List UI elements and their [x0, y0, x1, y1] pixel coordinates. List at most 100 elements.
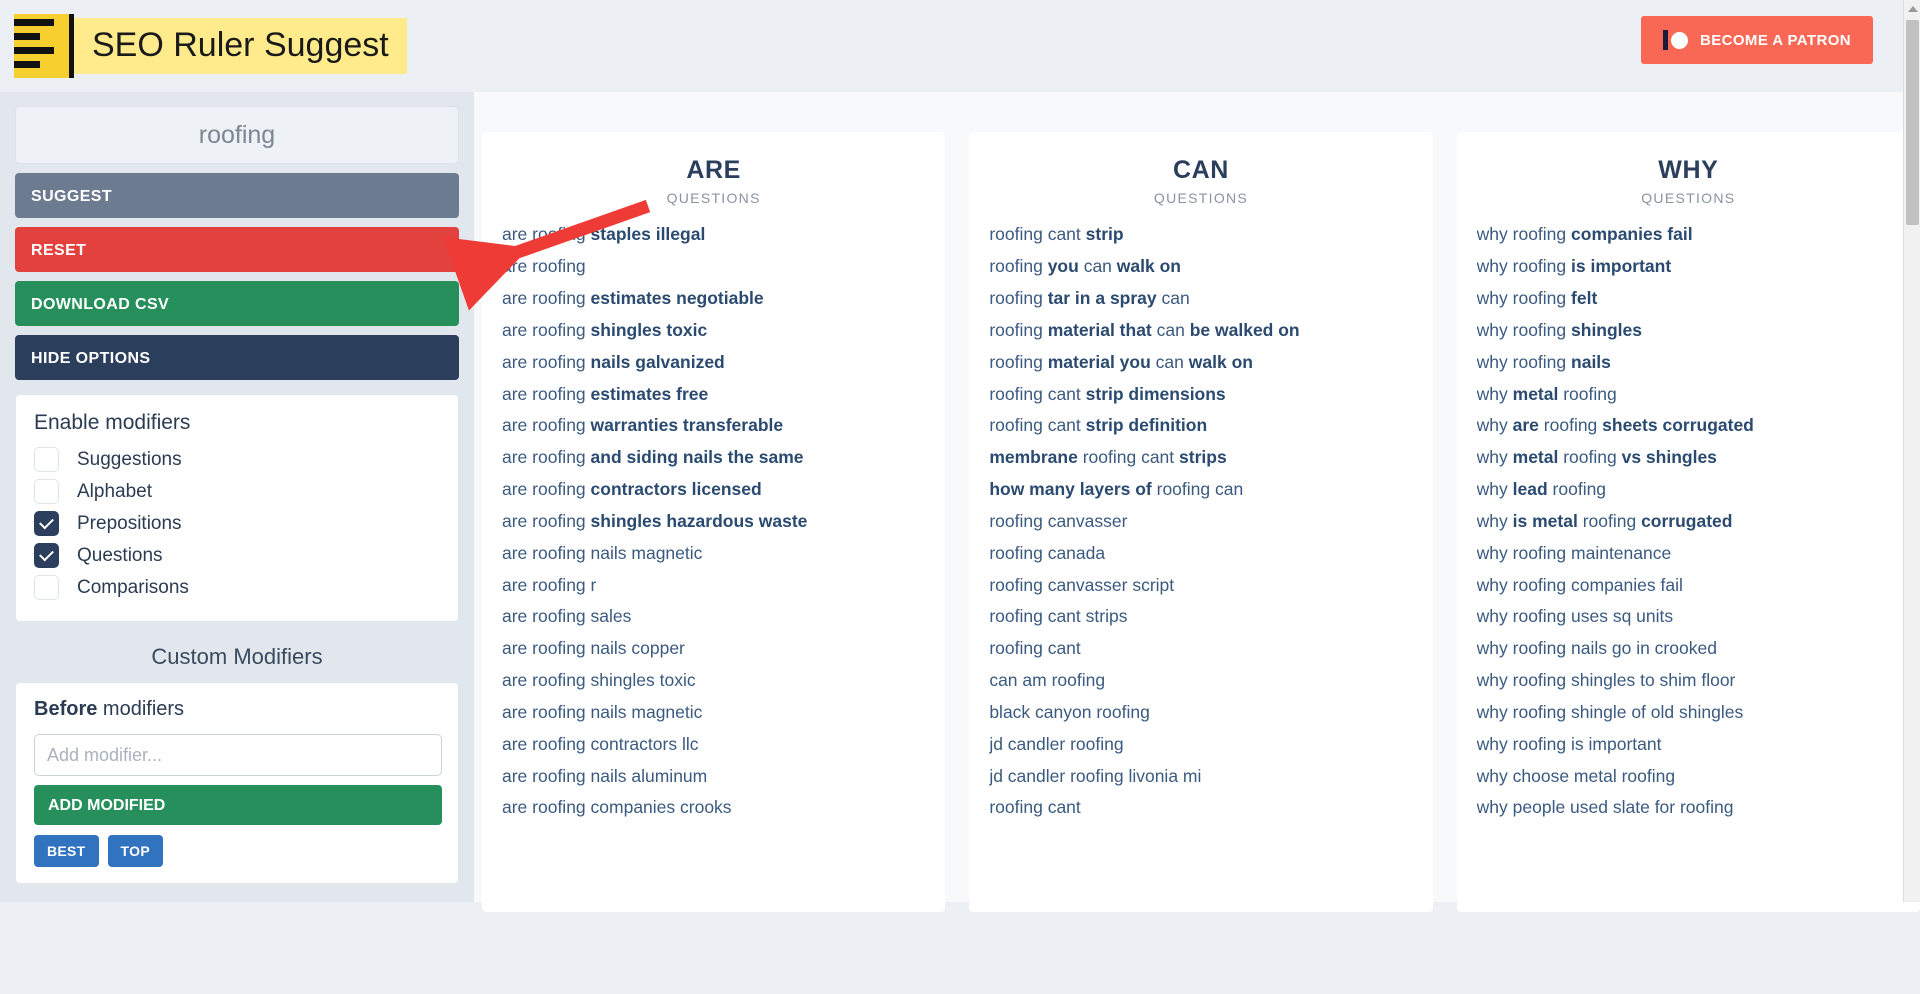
- suggestion-item[interactable]: why roofing is important: [1477, 729, 1900, 761]
- suggestion-item[interactable]: are roofing estimates free: [502, 378, 925, 410]
- suggestion-item[interactable]: roofing material you can walk on: [989, 346, 1412, 378]
- suggestion-item[interactable]: are roofing nails magnetic: [502, 537, 925, 569]
- suggestion-item[interactable]: roofing you can walk on: [989, 251, 1412, 283]
- suggestion-item[interactable]: roofing cant strip definition: [989, 410, 1412, 442]
- results-column-can: CAN QUESTIONS roofing cant strip roofing yo…: [969, 132, 1433, 912]
- custom-modifiers-title: Custom Modifiers: [151, 644, 323, 669]
- add-modifier-input[interactable]: [34, 734, 442, 776]
- custom-modifiers-card: Before modifiers ADD MODIFIED BEST TOP: [15, 682, 459, 884]
- enable-modifiers-title: Enable modifiers: [34, 411, 191, 434]
- suggestion-item[interactable]: are roofing contractors licensed: [502, 474, 925, 506]
- suggestion-item[interactable]: why roofing companies fail: [1477, 569, 1900, 601]
- suggestion-item[interactable]: are roofing nails galvanized: [502, 346, 925, 378]
- suggestion-item[interactable]: roofing tar in a spray can: [989, 283, 1412, 315]
- suggestion-item[interactable]: are roofing nails copper: [502, 633, 925, 665]
- reset-button[interactable]: RESET: [15, 227, 459, 272]
- suggestion-item[interactable]: are roofing sales: [502, 601, 925, 633]
- before-modifiers-label-bold: Before: [34, 698, 98, 720]
- suggestion-item[interactable]: roofing canvasser script: [989, 569, 1412, 601]
- suggestion-item[interactable]: why lead roofing: [1477, 474, 1900, 506]
- suggestion-item[interactable]: are roofing shingles toxic: [502, 665, 925, 697]
- suggestion-item[interactable]: are roofing and siding nails the same: [502, 442, 925, 474]
- column-subtitle: QUESTIONS: [666, 190, 761, 206]
- sidebar: roofing SUGGEST RESET DOWNLOAD CSV HIDE …: [0, 92, 474, 902]
- suggestion-item[interactable]: can am roofing: [989, 665, 1412, 697]
- search-input-value: roofing: [198, 120, 276, 149]
- modifier-row-questions[interactable]: Questions: [34, 543, 440, 568]
- suggestion-item[interactable]: why roofing shingles: [1477, 315, 1900, 347]
- suggestion-item[interactable]: why is metal roofing corrugated: [1477, 506, 1900, 538]
- suggestion-item[interactable]: black canyon roofing: [989, 697, 1412, 729]
- checkbox-label: Questions: [77, 544, 163, 566]
- checkbox-suggestions[interactable]: [34, 447, 59, 472]
- suggestion-item[interactable]: are roofing staples illegal: [502, 219, 925, 251]
- modifier-row-suggestions[interactable]: Suggestions: [34, 447, 440, 472]
- suggestion-item[interactable]: roofing cant strips: [989, 601, 1412, 633]
- suggestion-item[interactable]: are roofing companies crooks: [502, 792, 925, 824]
- checkbox-label: Alphabet: [77, 480, 153, 502]
- hide-options-button[interactable]: HIDE OPTIONS: [15, 335, 459, 380]
- suggestion-item[interactable]: roofing material that can be walked on: [989, 315, 1412, 347]
- suggestion-item[interactable]: are roofing contractors llc: [502, 729, 925, 761]
- suggestion-item[interactable]: why roofing shingles to shim floor: [1477, 665, 1900, 697]
- become-a-patron-button[interactable]: BECOME A PATRON: [1641, 16, 1873, 64]
- suggestion-item[interactable]: why roofing uses sq units: [1477, 601, 1900, 633]
- suggestion-item[interactable]: why people used slate for roofing: [1477, 792, 1900, 824]
- suggestion-item[interactable]: roofing cant: [989, 792, 1412, 824]
- suggestion-item[interactable]: why roofing is important: [1477, 251, 1900, 283]
- checkbox-prepositions[interactable]: [34, 511, 59, 536]
- suggestion-item[interactable]: why roofing maintenance: [1477, 537, 1900, 569]
- patreon-logo-icon: [1663, 30, 1688, 50]
- modifier-pill-row: BEST TOP: [34, 835, 440, 867]
- suggestion-item[interactable]: are roofing shingles toxic: [502, 315, 925, 347]
- suggestion-item[interactable]: are roofing nails magnetic: [502, 697, 925, 729]
- page-scrollbar[interactable]: [1903, 0, 1920, 902]
- suggestion-item[interactable]: roofing cant: [989, 633, 1412, 665]
- suggestion-item[interactable]: why roofing nails go in crooked: [1477, 633, 1900, 665]
- suggestion-item[interactable]: are roofing nails aluminum: [502, 760, 925, 792]
- modifier-row-comparisons[interactable]: Comparisons: [34, 575, 440, 600]
- search-input[interactable]: roofing: [15, 106, 459, 164]
- suggestion-item[interactable]: roofing canvasser: [989, 506, 1412, 538]
- modifier-row-prepositions[interactable]: Prepositions: [34, 511, 440, 536]
- suggestion-item[interactable]: are roofing estimates negotiable: [502, 283, 925, 315]
- suggestion-item[interactable]: why roofing felt: [1477, 283, 1900, 315]
- suggest-button[interactable]: SUGGEST: [15, 173, 459, 218]
- enable-modifiers-card: Enable modifiers Suggestions Alphabet Prep…: [15, 394, 459, 622]
- suggestion-item[interactable]: why choose metal roofing: [1477, 760, 1900, 792]
- suggestion-item[interactable]: jd candler roofing: [989, 729, 1412, 761]
- add-modified-button[interactable]: ADD MODIFIED: [34, 785, 442, 825]
- top-pill-button[interactable]: TOP: [107, 835, 163, 867]
- suggestion-item[interactable]: why roofing nails: [1477, 346, 1900, 378]
- brand: SEO Ruler Suggest: [14, 14, 407, 78]
- suggestion-item[interactable]: roofing canada: [989, 537, 1412, 569]
- best-pill-button[interactable]: BEST: [34, 835, 99, 867]
- suggestion-item[interactable]: why metal roofing: [1477, 378, 1900, 410]
- suggestion-item[interactable]: why metal roofing vs shingles: [1477, 442, 1900, 474]
- checkbox-label: Comparisons: [77, 576, 189, 598]
- checkbox-label: Suggestions: [77, 448, 182, 470]
- suggestion-item[interactable]: why are roofing sheets corrugated: [1477, 410, 1900, 442]
- suggestion-item[interactable]: roofing cant strip: [989, 219, 1412, 251]
- suggestion-item[interactable]: are roofing warranties transferable: [502, 410, 925, 442]
- scroll-up-arrow-icon[interactable]: [1904, 0, 1920, 17]
- before-modifiers-label-rest: modifiers: [97, 698, 185, 720]
- suggestion-item[interactable]: are roofing: [502, 251, 925, 283]
- modifier-row-alphabet[interactable]: Alphabet: [34, 479, 440, 504]
- download-csv-button[interactable]: DOWNLOAD CSV: [15, 281, 459, 326]
- patron-button-label: BECOME A PATRON: [1700, 31, 1851, 49]
- checkbox-alphabet[interactable]: [34, 479, 59, 504]
- suggestion-item[interactable]: how many layers of roofing can: [989, 474, 1412, 506]
- suggestion-item[interactable]: why roofing shingle of old shingles: [1477, 697, 1900, 729]
- suggestion-item[interactable]: roofing cant strip dimensions: [989, 378, 1412, 410]
- suggestion-item[interactable]: are roofing shingles hazardous waste: [502, 506, 925, 538]
- results-column-are: ARE QUESTIONS are roofing staples illegal a…: [482, 132, 946, 912]
- suggestion-item[interactable]: are roofing r: [502, 569, 925, 601]
- suggestion-item[interactable]: why roofing companies fail: [1477, 219, 1900, 251]
- suggestion-item[interactable]: jd candler roofing livonia mi: [989, 760, 1412, 792]
- checkbox-comparisons[interactable]: [34, 575, 59, 600]
- checkbox-questions[interactable]: [34, 543, 59, 568]
- suggestion-item[interactable]: membrane roofing cant strips: [989, 442, 1412, 474]
- scrollbar-thumb[interactable]: [1906, 20, 1919, 225]
- column-title: ARE: [686, 156, 741, 184]
